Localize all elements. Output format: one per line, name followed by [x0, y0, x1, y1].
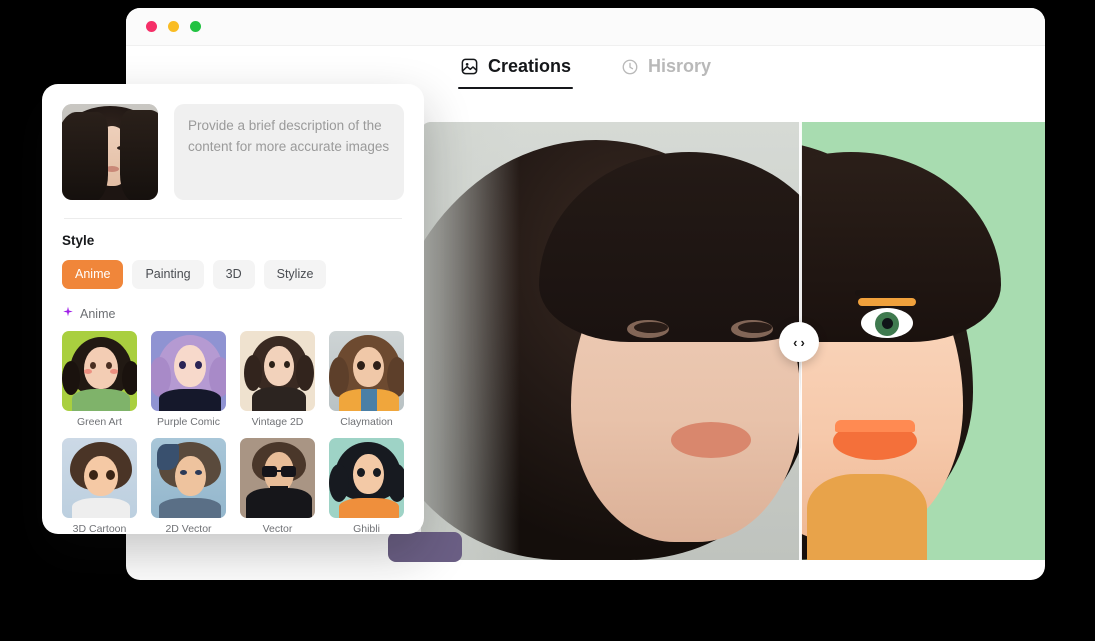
preset-label: 2D Vector — [151, 523, 226, 535]
preset-thumbnail — [240, 438, 315, 518]
tab-creations-label: Creations — [488, 56, 571, 77]
preset-label: Claymation — [329, 416, 404, 428]
minimize-button[interactable] — [168, 21, 179, 32]
before-image — [421, 122, 801, 560]
style-chip-stylize[interactable]: Stylize — [264, 260, 327, 289]
tab-history[interactable]: Hisrory — [617, 52, 715, 89]
tab-history-label: Hisrory — [648, 56, 711, 77]
style-panel: Style Anime Painting 3D Stylize Anime — [42, 84, 424, 534]
style-chip-group: Anime Painting 3D Stylize — [62, 260, 404, 289]
panel-header — [62, 104, 404, 200]
preset-subsection-header: Anime — [62, 305, 404, 323]
preset-thumbnail — [329, 438, 404, 518]
style-section-title: Style — [62, 233, 404, 248]
panel-divider — [64, 218, 402, 219]
preset-label: 3D Cartoon — [62, 523, 137, 535]
preset-purple-comic[interactable]: Purple Comic — [151, 331, 226, 428]
clock-icon — [621, 58, 639, 76]
close-button[interactable] — [146, 21, 157, 32]
preset-3d-cartoon[interactable]: 3D Cartoon — [62, 438, 137, 535]
chevron-right-icon: › — [801, 336, 805, 349]
style-chip-painting[interactable]: Painting — [132, 260, 203, 289]
preset-green-art[interactable]: Green Art — [62, 331, 137, 428]
preset-2d-vector[interactable]: 2D Vector — [151, 438, 226, 535]
preset-thumbnail — [151, 331, 226, 411]
style-chip-anime[interactable]: Anime — [62, 260, 123, 289]
preset-thumbnail — [329, 331, 404, 411]
after-image — [801, 122, 1045, 560]
preset-vector[interactable]: Vector — [240, 438, 315, 535]
tab-creations[interactable]: Creations — [456, 52, 575, 89]
style-chip-3d[interactable]: 3D — [213, 260, 255, 289]
preset-subsection-label: Anime — [80, 307, 115, 321]
preset-label: Purple Comic — [151, 416, 226, 428]
preset-label: Ghibli — [329, 523, 404, 535]
generate-button[interactable] — [388, 532, 462, 562]
preset-ghibli[interactable]: Ghibli — [329, 438, 404, 535]
preset-label: Green Art — [62, 416, 137, 428]
window-controls — [146, 21, 201, 32]
window-titlebar — [126, 8, 1045, 46]
preset-vintage-2d[interactable]: Vintage 2D — [240, 331, 315, 428]
preset-grid: Green Art Purple Comic — [62, 331, 404, 535]
comparison-slider-handle[interactable]: ‹ › — [779, 322, 819, 362]
preset-thumbnail — [151, 438, 226, 518]
sparkle-icon — [62, 305, 74, 323]
preset-label: Vector — [240, 523, 315, 535]
image-icon — [460, 57, 479, 76]
preset-label: Vintage 2D — [240, 416, 315, 428]
source-image-thumbnail[interactable] — [62, 104, 158, 200]
preset-thumbnail — [240, 331, 315, 411]
preset-thumbnail — [62, 438, 137, 518]
before-after-comparison[interactable] — [421, 122, 1045, 560]
maximize-button[interactable] — [190, 21, 201, 32]
preset-thumbnail — [62, 331, 137, 411]
chevron-left-icon: ‹ — [793, 336, 797, 349]
prompt-input[interactable] — [174, 104, 404, 200]
screen-root: Creations Hisrory — [0, 0, 1095, 641]
preset-claymation[interactable]: Claymation — [329, 331, 404, 428]
